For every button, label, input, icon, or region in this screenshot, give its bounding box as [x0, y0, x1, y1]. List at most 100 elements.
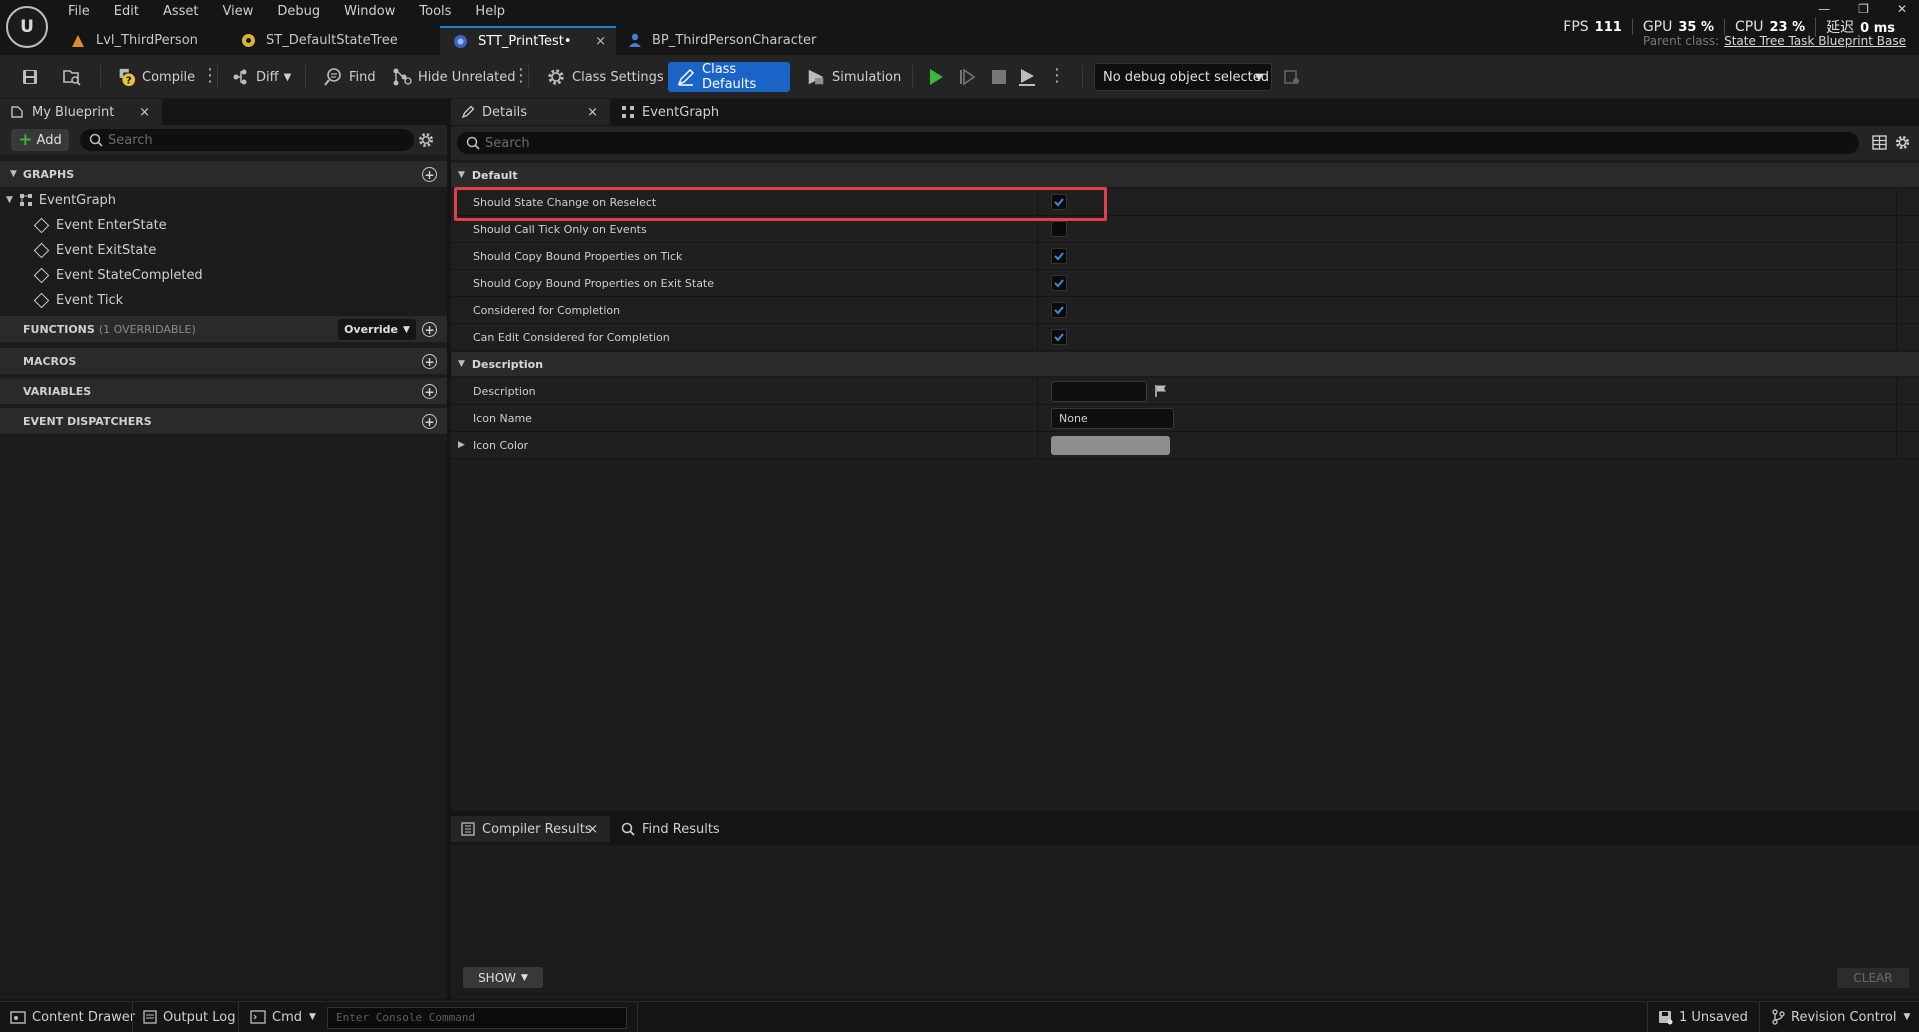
- hide-unrelated-button[interactable]: Hide Unrelated: [384, 62, 524, 92]
- compiler-results-tabbar: Compiler Results × Find Results: [451, 813, 1919, 845]
- unreal-logo-icon[interactable]: U: [6, 6, 48, 48]
- simulation-button[interactable]: Simulation: [798, 62, 909, 92]
- stop-button[interactable]: [985, 62, 1013, 92]
- diff-button[interactable]: Diff ▼: [222, 62, 299, 92]
- debug-browse-button[interactable]: [1278, 62, 1306, 92]
- description-field[interactable]: [1051, 381, 1147, 402]
- add-button[interactable]: + Add: [11, 129, 69, 151]
- my-blueprint-panel: My Blueprint × + Add Search ▼ GRAPHS + ▼…: [0, 99, 447, 999]
- add-macro-icon[interactable]: +: [422, 354, 437, 369]
- should-copy-bound-properties-on-tick-checkbox[interactable]: [1051, 248, 1067, 264]
- tab-lvl-thirdperson[interactable]: Lvl_ThirdPerson: [58, 26, 228, 55]
- play-button[interactable]: [922, 62, 950, 92]
- settings-gear-icon[interactable]: [417, 131, 435, 149]
- tab-compiler-results[interactable]: Compiler Results ×: [451, 816, 610, 842]
- add-function-icon[interactable]: +: [422, 322, 437, 337]
- restore-icon[interactable]: ❐: [1858, 2, 1869, 16]
- tab-st-defaultstatetree[interactable]: ST_DefaultStateTree: [228, 26, 440, 55]
- show-filter-button[interactable]: SHOW ▼: [463, 967, 543, 988]
- close-tab-icon[interactable]: ×: [587, 105, 598, 120]
- menu-window[interactable]: Window: [334, 3, 409, 23]
- graphs-section-header[interactable]: ▼ GRAPHS +: [0, 160, 447, 187]
- expand-triangle-icon[interactable]: ▶: [458, 440, 465, 450]
- class-settings-button[interactable]: Class Settings: [538, 62, 672, 92]
- tree-item-eventgraph[interactable]: ▼ EventGraph: [6, 189, 116, 211]
- tab-bp-thirdpersoncharacter[interactable]: BP_ThirdPersonCharacter: [616, 26, 826, 55]
- revision-control-icon: [1771, 1009, 1785, 1025]
- compile-button[interactable]: ? Compile: [108, 62, 203, 92]
- content-drawer-button[interactable]: Content Drawer: [10, 1002, 135, 1032]
- gear-icon: [546, 67, 566, 87]
- step-button[interactable]: [953, 62, 981, 92]
- add-graph-icon[interactable]: +: [422, 167, 437, 182]
- tab-my-blueprint[interactable]: My Blueprint ×: [0, 99, 162, 125]
- details-search-input[interactable]: Search: [457, 132, 1859, 154]
- window-controls: — ❐ ✕: [1818, 2, 1907, 16]
- browse-button[interactable]: [54, 62, 96, 92]
- find-label: Find: [349, 69, 376, 85]
- tree-item-event-enterstate[interactable]: Event EnterState: [33, 214, 167, 236]
- menu-help[interactable]: Help: [465, 3, 519, 23]
- parent-class-link[interactable]: State Tree Task Blueprint Base: [1724, 34, 1906, 48]
- chevron-down-icon: ▼: [521, 972, 528, 983]
- close-tab-icon[interactable]: ×: [595, 34, 606, 49]
- variables-section-header[interactable]: VARIABLES +: [0, 377, 447, 404]
- tab-details[interactable]: Details ×: [451, 99, 610, 125]
- details-settings-gear-icon[interactable]: [1894, 134, 1911, 151]
- menu-asset[interactable]: Asset: [153, 3, 213, 23]
- menu-tools[interactable]: Tools: [409, 3, 465, 23]
- debug-object-select[interactable]: No debug object selected ▼: [1094, 63, 1272, 91]
- class-defaults-button[interactable]: Class Defaults: [668, 62, 790, 92]
- override-dropdown[interactable]: Override ▼: [338, 319, 416, 340]
- default-category-header[interactable]: ▼ Default: [451, 163, 1919, 188]
- tree-item-event-statecompleted[interactable]: Event StateCompleted: [33, 264, 203, 286]
- cmd-dropdown[interactable]: Cmd ▼: [250, 1002, 316, 1032]
- save-button[interactable]: [12, 62, 54, 92]
- menu-view[interactable]: View: [213, 3, 268, 23]
- menu-edit[interactable]: Edit: [104, 3, 153, 23]
- property-row: Can Edit Considered for Completion: [451, 324, 1919, 351]
- content-drawer-label: Content Drawer: [32, 1009, 136, 1025]
- unsaved-button[interactable]: 1 Unsaved: [1658, 1002, 1748, 1032]
- description-category-header[interactable]: ▼ Description: [451, 352, 1919, 377]
- find-button[interactable]: Find: [315, 62, 384, 92]
- event-dispatchers-section-header[interactable]: EVENT DISPATCHERS +: [0, 407, 447, 434]
- add-event-dispatcher-icon[interactable]: +: [422, 414, 437, 429]
- content-drawer-icon: [10, 1010, 26, 1024]
- tree-item-event-tick[interactable]: Event Tick: [33, 289, 123, 311]
- macros-section-header[interactable]: MACROS +: [0, 347, 447, 374]
- tab-label: Compiler Results: [482, 821, 592, 837]
- minimize-icon[interactable]: —: [1818, 2, 1830, 16]
- chevron-down-icon: ▼: [283, 71, 292, 83]
- should-call-tick-only-on-events-checkbox[interactable]: [1051, 221, 1067, 237]
- tab-find-results[interactable]: Find Results: [611, 816, 730, 842]
- tree-item-event-exitstate[interactable]: Event ExitState: [33, 239, 156, 261]
- tab-stt-printtest[interactable]: STT_PrintTest• ×: [440, 26, 616, 55]
- can-edit-considered-for-completion-checkbox[interactable]: [1051, 329, 1067, 345]
- play-icon: [926, 67, 946, 87]
- close-tab-icon[interactable]: ×: [139, 105, 150, 120]
- chevron-down-icon: ▼: [1255, 71, 1263, 83]
- add-variable-icon[interactable]: +: [422, 384, 437, 399]
- output-log-label: Output Log: [163, 1009, 236, 1025]
- functions-section-header[interactable]: FUNCTIONS (1 OVERRIDABLE) Override ▼ +: [0, 315, 447, 342]
- clear-button[interactable]: CLEAR: [1837, 968, 1909, 988]
- output-log-button[interactable]: Output Log: [143, 1002, 236, 1032]
- console-command-input[interactable]: Enter Console Command: [327, 1007, 627, 1029]
- revision-control-button[interactable]: Revision Control ▼: [1771, 1002, 1910, 1032]
- close-tab-icon[interactable]: ×: [587, 822, 598, 837]
- icon-name-field[interactable]: None: [1051, 408, 1174, 429]
- menu-debug[interactable]: Debug: [267, 3, 334, 23]
- table-view-icon[interactable]: [1872, 135, 1887, 150]
- menu-file[interactable]: File: [58, 3, 104, 23]
- considered-for-completion-checkbox[interactable]: [1051, 302, 1067, 318]
- eject-button[interactable]: [1013, 62, 1041, 92]
- play-options-icon[interactable]: ⋮: [1048, 67, 1066, 85]
- tab-eventgraph[interactable]: EventGraph: [611, 99, 729, 125]
- localization-flag-icon[interactable]: [1154, 384, 1168, 398]
- tab-label: Details: [482, 104, 528, 120]
- close-window-icon[interactable]: ✕: [1897, 2, 1907, 16]
- should-copy-bound-properties-on-exit-state-checkbox[interactable]: [1051, 275, 1067, 291]
- icon-color-swatch[interactable]: [1051, 436, 1170, 455]
- my-blueprint-search-input[interactable]: Search: [80, 129, 414, 151]
